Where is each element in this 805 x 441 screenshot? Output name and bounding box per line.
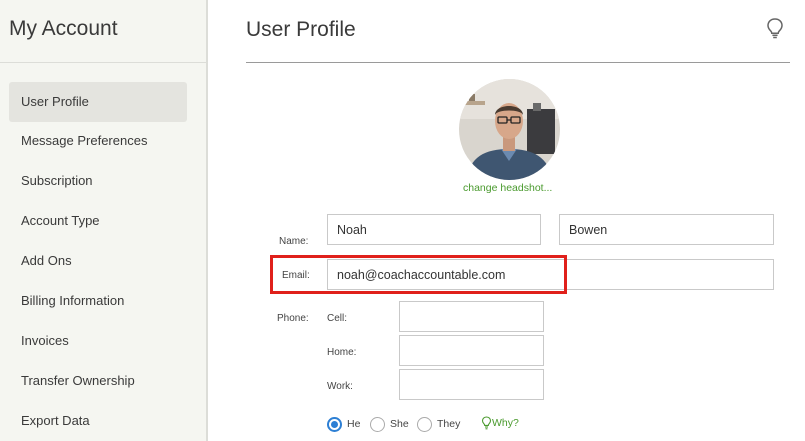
pronoun-they-label: They bbox=[437, 418, 461, 430]
home-phone-input[interactable] bbox=[399, 335, 544, 366]
pronoun-he-label: He bbox=[347, 418, 361, 430]
avatar[interactable] bbox=[459, 79, 560, 180]
email-highlight-box bbox=[270, 255, 567, 294]
cell-phone-input[interactable] bbox=[399, 301, 544, 332]
name-label: Name: bbox=[279, 236, 309, 247]
lightbulb-icon[interactable] bbox=[765, 17, 785, 39]
change-headshot-link[interactable]: change headshot... bbox=[463, 182, 552, 194]
sidebar-item-transfer-ownership[interactable]: Transfer Ownership bbox=[9, 361, 187, 401]
why-label: Why? bbox=[492, 416, 519, 429]
last-name-input[interactable] bbox=[559, 214, 774, 245]
lightbulb-small-icon bbox=[481, 416, 492, 430]
sidebar-item-account-type[interactable]: Account Type bbox=[9, 201, 187, 241]
sidebar-item-message-preferences[interactable]: Message Preferences bbox=[9, 121, 187, 161]
sidebar: My Account User Profile Message Preferen… bbox=[0, 0, 208, 441]
sidebar-item-user-profile[interactable]: User Profile bbox=[9, 82, 187, 122]
sidebar-item-add-ons[interactable]: Add Ons bbox=[9, 241, 187, 281]
title-divider bbox=[246, 62, 790, 63]
cell-label: Cell: bbox=[327, 313, 348, 324]
why-link[interactable]: Why? bbox=[481, 416, 519, 430]
home-label: Home: bbox=[327, 347, 357, 358]
page-title: User Profile bbox=[246, 18, 356, 41]
sidebar-title: My Account bbox=[9, 17, 118, 40]
pronoun-they-radio[interactable] bbox=[417, 417, 432, 432]
sidebar-item-export-data[interactable]: Export Data bbox=[9, 401, 187, 441]
sidebar-item-billing-information[interactable]: Billing Information bbox=[9, 281, 187, 321]
work-label: Work: bbox=[327, 381, 353, 392]
pronoun-he-radio[interactable] bbox=[327, 417, 342, 432]
sidebar-item-subscription[interactable]: Subscription bbox=[9, 161, 187, 201]
work-phone-input[interactable] bbox=[399, 369, 544, 400]
phone-label: Phone: bbox=[277, 313, 309, 324]
pronoun-she-label: She bbox=[390, 418, 409, 430]
sidebar-divider bbox=[0, 62, 206, 63]
pronoun-she-radio[interactable] bbox=[370, 417, 385, 432]
sidebar-item-invoices[interactable]: Invoices bbox=[9, 321, 187, 361]
first-name-input[interactable] bbox=[327, 214, 541, 245]
